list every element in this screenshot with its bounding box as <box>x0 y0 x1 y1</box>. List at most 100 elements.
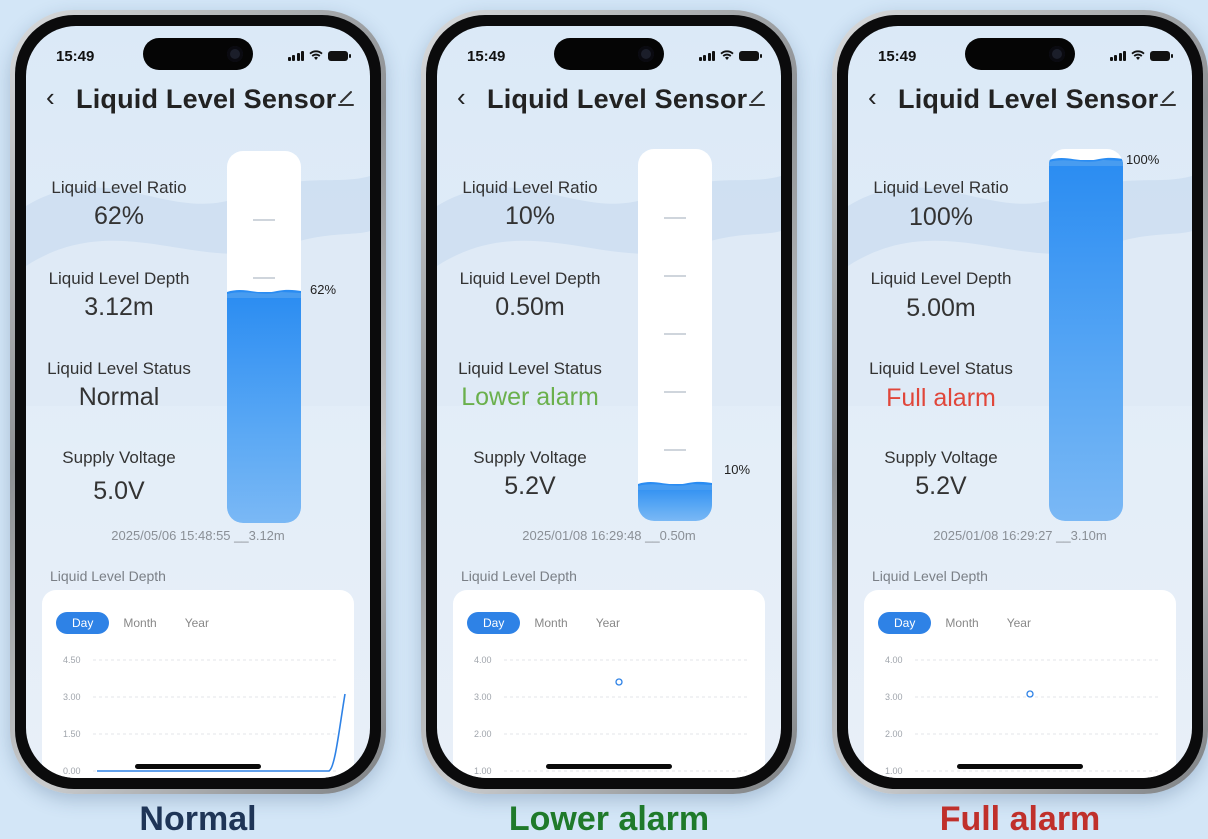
y-tick-label: 3.00 <box>885 692 903 702</box>
home-indicator[interactable] <box>957 764 1083 769</box>
liquid-tank-gauge <box>638 149 712 521</box>
status-value: Full alarm <box>886 384 996 412</box>
depth-label: Liquid Level Depth <box>870 269 1012 288</box>
y-tick-label: 4.00 <box>474 655 492 665</box>
depth-label: Liquid Level Depth <box>48 269 190 288</box>
ratio-label: Liquid Level Ratio <box>873 178 1009 197</box>
dynamic-island <box>143 38 253 70</box>
tab-month[interactable]: Month <box>520 612 581 634</box>
battery-icon <box>328 51 351 61</box>
status-label: Liquid Level Status <box>47 359 191 378</box>
tank-percent-label: 62% <box>310 282 337 297</box>
y-tick-label: 1.00 <box>474 766 492 776</box>
tab-day[interactable]: Day <box>878 612 932 634</box>
chart-gridlines <box>915 659 1161 772</box>
ratio-label: Liquid Level Ratio <box>51 178 187 197</box>
tank-percent-label: 10% <box>724 462 751 477</box>
tab-month[interactable]: Month <box>931 612 992 634</box>
ratio-value: 10% <box>504 202 556 230</box>
tank-tick <box>664 391 686 393</box>
depth-label: Liquid Level Depth <box>459 269 601 288</box>
dynamic-island <box>554 38 664 70</box>
signal-icon <box>698 51 715 61</box>
liquid-tank-gauge <box>1049 149 1123 521</box>
y-tick-label: 4.00 <box>885 655 903 665</box>
edit-icon[interactable] <box>336 88 356 108</box>
depth-line-chart: 4.00 3.00 2.00 1.00 <box>885 655 1161 776</box>
reading-timestamp: 2025/01/08 16:29:27 __3.10m <box>933 528 1107 543</box>
status-label: Liquid Level Status <box>869 359 1013 378</box>
y-tick-label: 0.00 <box>63 766 81 776</box>
tank-fill-level <box>638 481 712 521</box>
chart-section-title: Liquid Level Depth <box>461 568 577 584</box>
ratio-value: 100% <box>909 203 973 231</box>
tank-fill-level <box>1049 158 1123 521</box>
y-tick-label: 1.50 <box>63 729 81 739</box>
chart-section-title: Liquid Level Depth <box>872 568 988 584</box>
voltage-label: Supply Voltage <box>62 448 176 467</box>
reading-timestamp: 2025/05/06 15:48:55 __3.12m <box>111 528 285 543</box>
ratio-label: Liquid Level Ratio <box>462 178 598 197</box>
depth-line-chart: 4.00 3.00 2.00 1.00 <box>474 655 750 776</box>
battery-icon <box>739 51 762 61</box>
edit-icon[interactable] <box>1158 88 1178 108</box>
period-tabs: Day Month Year <box>878 612 1045 634</box>
tab-year[interactable]: Year <box>171 612 223 634</box>
chart-section-title: Liquid Level Depth <box>50 568 166 584</box>
tab-year[interactable]: Year <box>582 612 634 634</box>
dynamic-island <box>965 38 1075 70</box>
period-tabs: Day Month Year <box>56 612 223 634</box>
edit-icon[interactable] <box>747 88 767 108</box>
reading-timestamp: 2025/01/08 16:29:48 __0.50m <box>522 528 696 543</box>
tank-tick <box>253 219 275 221</box>
battery-icon <box>1150 51 1173 61</box>
status-time: 15:49 <box>467 48 506 65</box>
back-chevron-icon[interactable]: ‹ <box>868 84 877 110</box>
tank-tick <box>664 275 686 277</box>
camera-icon <box>1049 46 1065 62</box>
ratio-value: 62% <box>93 202 145 230</box>
chart-data-point <box>615 678 623 686</box>
tank-tick <box>253 277 275 279</box>
y-tick-label: 2.00 <box>885 729 903 739</box>
phone-normal: 15:49 ‹ Liquid Level Sensor Liquid Level… <box>10 10 386 794</box>
y-tick-label: 2.00 <box>474 729 492 739</box>
depth-chart-card: Day Month Year 4.00 3.00 2.00 1.00 <box>864 590 1176 778</box>
tab-year[interactable]: Year <box>993 612 1045 634</box>
page-title: Liquid Level Sensor <box>76 84 337 114</box>
tab-day[interactable]: Day <box>467 612 521 634</box>
caption-full-alarm: Full alarm <box>939 800 1101 838</box>
phone-lower-alarm: 15:49 ‹ Liquid Level Sensor Liquid Level… <box>421 10 797 794</box>
phone-screen: 15:49 ‹ Liquid Level Sensor Liquid Level… <box>437 26 781 778</box>
phone-screen: 15:49 ‹ Liquid Level Sensor Liquid Level… <box>26 26 370 778</box>
status-label: Liquid Level Status <box>458 359 602 378</box>
tab-day[interactable]: Day <box>56 612 110 634</box>
depth-chart-card: Day Month Year 4.00 3.00 2.00 1.00 <box>453 590 765 778</box>
back-chevron-icon[interactable]: ‹ <box>46 84 55 110</box>
camera-icon <box>638 46 654 62</box>
home-indicator[interactable] <box>546 764 672 769</box>
voltage-label: Supply Voltage <box>473 448 587 467</box>
phone-full-alarm: 15:49 ‹ Liquid Level Sensor Liquid Level… <box>832 10 1208 794</box>
status-value: Lower alarm <box>461 383 599 411</box>
back-chevron-icon[interactable]: ‹ <box>457 84 466 110</box>
depth-chart-card: Day Month Year 4.50 3.00 1.50 0.00 <box>42 590 354 778</box>
tank-percent-label: 100% <box>1126 152 1160 167</box>
page-title: Liquid Level Sensor <box>487 84 748 114</box>
phone-bezel: 15:49 ‹ Liquid Level Sensor Liquid Level… <box>426 15 792 789</box>
tank-fill-level <box>227 290 301 523</box>
wifi-icon <box>1131 50 1145 60</box>
page-title: Liquid Level Sensor <box>898 84 1159 114</box>
tank-tick <box>664 217 686 219</box>
tab-month[interactable]: Month <box>109 612 170 634</box>
liquid-tank-gauge <box>227 151 301 523</box>
voltage-label: Supply Voltage <box>884 448 998 467</box>
y-tick-label: 3.00 <box>63 692 81 702</box>
home-indicator[interactable] <box>135 764 261 769</box>
camera-icon <box>227 46 243 62</box>
period-tabs: Day Month Year <box>467 612 634 634</box>
phone-bezel: 15:49 ‹ Liquid Level Sensor Liquid Level… <box>837 15 1203 789</box>
wifi-icon <box>720 50 734 60</box>
caption-normal: Normal <box>139 800 257 838</box>
depth-series-line <box>97 693 346 772</box>
